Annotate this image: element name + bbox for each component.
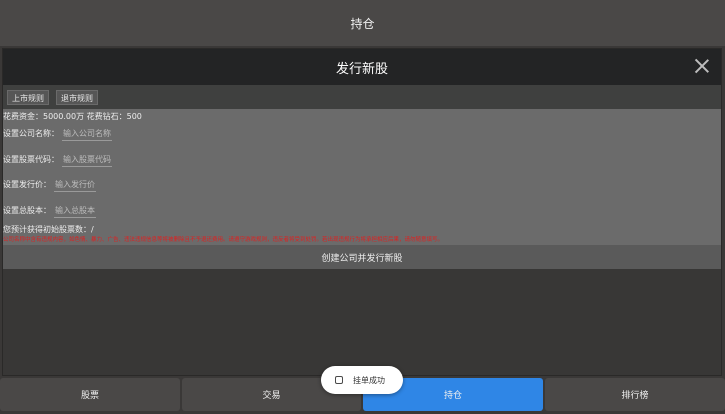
total-shares-input[interactable]: 输入总股本 — [54, 205, 96, 218]
issue-price-input[interactable]: 输入发行价 — [54, 179, 96, 192]
toast: 挂单成功 — [321, 366, 403, 394]
top-bar: 持仓 — [0, 0, 725, 46]
company-name-label: 设置公司名称： — [3, 129, 59, 138]
estimate-text: 您预计获得初始股票数：/ — [3, 225, 94, 234]
stock-code-label: 设置股票代码： — [3, 155, 59, 164]
company-name-input[interactable]: 输入公司名称 — [62, 128, 112, 141]
tab-delisting-rules[interactable]: 退市规则 — [56, 90, 98, 105]
close-icon[interactable] — [693, 57, 711, 75]
stock-code-input[interactable]: 输入股票代码 — [62, 154, 112, 167]
stock-code-row: 设置股票代码： 输入股票代码 — [3, 154, 112, 167]
company-name-row: 设置公司名称： 输入公司名称 — [3, 128, 112, 141]
cost-text: 花费资金：5000.00万 花费钻石：500 — [3, 112, 142, 121]
toast-text: 挂单成功 — [353, 375, 385, 385]
warning-text: 公司名称中含有违规内容，如色情、暴力、广告、违法违规信息等将被删除且不予退还费用… — [3, 237, 444, 243]
issue-price-row: 设置发行价： 输入发行价 — [3, 179, 96, 192]
issue-new-stock-dialog: 发行新股 上市规则 退市规则 花费资金：5000.00万 花费钻石：500 设置… — [2, 48, 722, 376]
total-shares-row: 设置总股本： 输入总股本 — [3, 205, 96, 218]
total-shares-label: 设置总股本： — [3, 206, 51, 215]
app-icon — [335, 376, 343, 384]
dialog-title: 发行新股 — [335, 61, 388, 77]
nav-stocks[interactable]: 股票 — [0, 378, 180, 411]
nav-leaderboard[interactable]: 排行榜 — [545, 378, 725, 411]
create-company-button[interactable]: 创建公司并发行新股 — [3, 245, 721, 269]
tab-listing-rules[interactable]: 上市规则 — [7, 90, 49, 105]
page-title: 持仓 — [350, 16, 375, 31]
dialog-empty-area — [3, 269, 721, 375]
rules-tab-bar: 上市规则 退市规则 — [3, 85, 721, 109]
issue-form: 花费资金：5000.00万 花费钻石：500 设置公司名称： 输入公司名称 设置股… — [3, 109, 721, 245]
dialog-header: 发行新股 — [3, 49, 721, 85]
issue-price-label: 设置发行价： — [3, 180, 51, 189]
